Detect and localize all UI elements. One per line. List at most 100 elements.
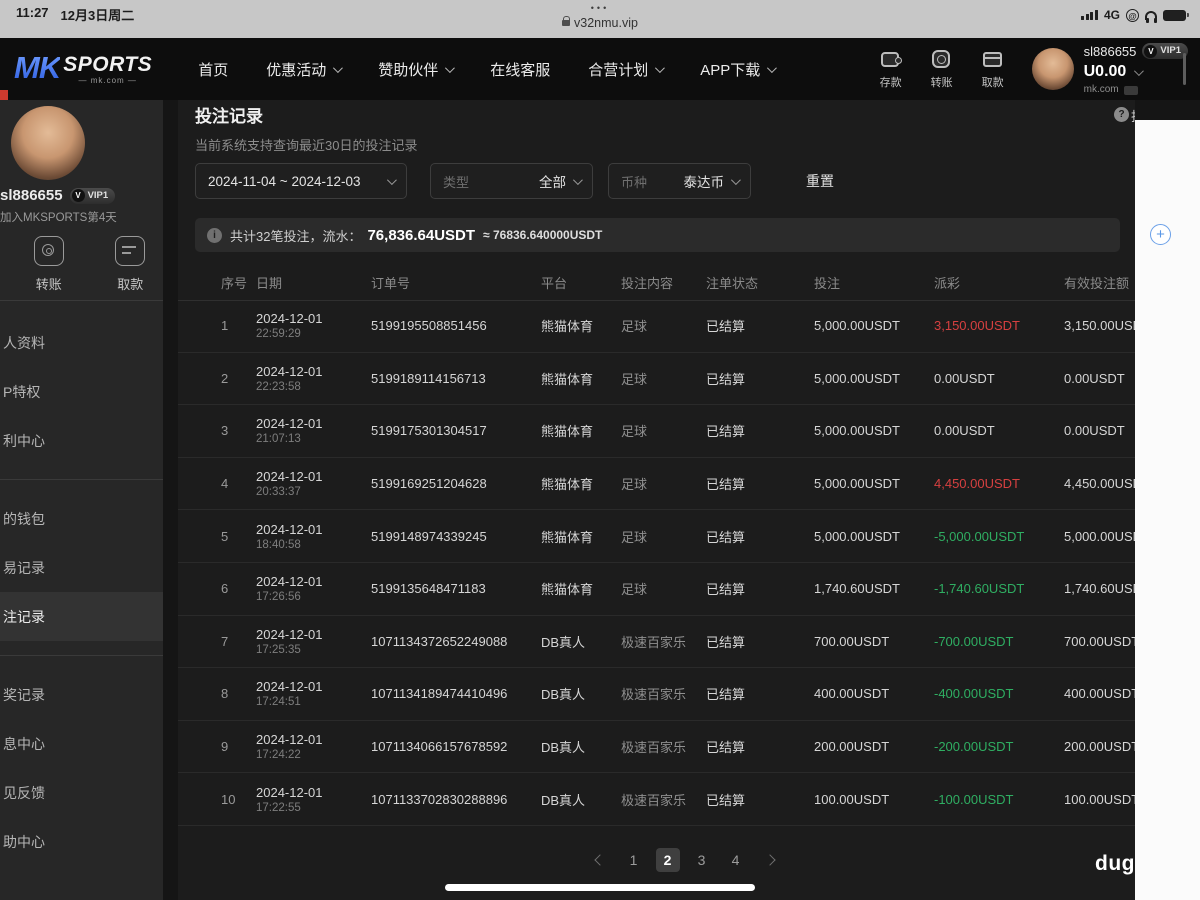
page-subtitle: 当前系统支持查询最近30日的投注记录 bbox=[195, 138, 418, 153]
cell-platform: 熊猫体育 bbox=[541, 477, 594, 493]
balance-dropdown[interactable]: U0.00 bbox=[1084, 64, 1188, 80]
summary-approx: ≈ 76836.640000USDT bbox=[483, 228, 603, 242]
cell-order-number: 5199135648471183 bbox=[371, 581, 486, 597]
cell-index: 7 bbox=[221, 633, 229, 649]
nav-item[interactable]: 在线客服 bbox=[490, 59, 550, 80]
quick-action-icon bbox=[929, 49, 955, 71]
logo-sports: SPORTS bbox=[63, 53, 153, 76]
sidebar-menu-item[interactable]: 的钱包 bbox=[0, 494, 163, 543]
cell-index: 6 bbox=[221, 581, 229, 597]
cell-index: 3 bbox=[221, 423, 229, 439]
prev-page-button[interactable] bbox=[588, 848, 612, 872]
scrollbar-thumb[interactable] bbox=[1183, 53, 1186, 85]
page-number-button[interactable]: 3 bbox=[690, 848, 714, 872]
nav-item-label: 优惠活动 bbox=[266, 61, 327, 79]
quick-action-label: 取款 bbox=[981, 76, 1004, 89]
reset-button[interactable]: 重置 bbox=[806, 171, 834, 191]
cell-status: 已结算 bbox=[706, 792, 746, 808]
quick-action-button[interactable]: 取款 bbox=[976, 49, 1010, 90]
table-header-cell: 注单状态 bbox=[706, 275, 759, 291]
brand-logo[interactable]: MK SPORTS — mk.com — bbox=[14, 52, 153, 85]
sidebar-menu-item[interactable]: 息中心 bbox=[0, 719, 163, 768]
quick-action-button[interactable]: 存款 bbox=[874, 49, 908, 90]
table-row: 7 2024-12-01 17:25:35 107113437265224908… bbox=[178, 616, 1135, 669]
cell-index: 1 bbox=[221, 318, 229, 334]
sidebar-action-button[interactable]: 取款 bbox=[98, 236, 164, 293]
summary-text: 共计32笔投注，流水： bbox=[230, 228, 362, 244]
address-bar[interactable]: v32nmu.vip bbox=[0, 16, 1200, 30]
quick-action-button[interactable]: 转账 bbox=[925, 49, 959, 90]
page-number-button[interactable]: 4 bbox=[724, 848, 748, 872]
cell-platform: 熊猫体育 bbox=[541, 529, 594, 545]
avatar[interactable] bbox=[1031, 48, 1074, 90]
sidebar-menu-item[interactable]: 注记录 bbox=[0, 592, 163, 656]
cell-platform: 熊猫体育 bbox=[541, 582, 594, 598]
plus-button[interactable]: + bbox=[1150, 224, 1171, 245]
table-header-cell: 有效投注额 bbox=[1064, 275, 1130, 291]
joined-days: 加入MKSPORTS第4天 bbox=[0, 212, 117, 224]
cell-date: 2024-12-01 17:26:56 bbox=[256, 574, 371, 603]
sidebar-menu-label: 利中心 bbox=[3, 432, 45, 449]
date-range-select[interactable]: 2024-11-04 ~ 2024-12-03 bbox=[195, 163, 407, 199]
sidebar-menu-item[interactable]: 见反馈 bbox=[0, 768, 163, 817]
chevron-down-icon bbox=[572, 174, 583, 185]
page-number-button[interactable]: 1 bbox=[622, 848, 646, 872]
cell-valid-bet: 400.00USDT bbox=[1064, 686, 1135, 702]
home-indicator[interactable] bbox=[445, 884, 755, 891]
quick-actions: 存款 转账 取款 bbox=[874, 49, 1010, 90]
next-page-button[interactable] bbox=[758, 848, 782, 872]
cell-status: 已结算 bbox=[706, 687, 746, 703]
nav-item[interactable]: 优惠活动 bbox=[266, 59, 344, 80]
chevron-right-icon bbox=[763, 854, 776, 866]
cell-valid-bet: 1,740.60USDT bbox=[1064, 581, 1135, 597]
avatar[interactable] bbox=[11, 106, 85, 180]
cell-date: 2024-12-01 17:25:35 bbox=[256, 627, 371, 656]
sidebar-menu-item[interactable]: 人资料 bbox=[0, 318, 163, 367]
table-header-cell: 日期 bbox=[256, 275, 283, 291]
sidebar-menu-item[interactable]: P特权 bbox=[0, 367, 163, 416]
sidebar-menu-label: 见反馈 bbox=[3, 784, 45, 801]
nav-item[interactable]: 首页 bbox=[198, 59, 228, 80]
page-number-button[interactable]: 2 bbox=[655, 848, 680, 872]
table-row: 8 2024-12-01 17:24:51 107113418947441049… bbox=[178, 668, 1135, 721]
help-link[interactable]: ? bbox=[1114, 107, 1129, 122]
sidebar-menu-item[interactable]: 奖记录 bbox=[0, 670, 163, 719]
app-header: MK SPORTS — mk.com — 首页 优惠活动 赞助伙伴 在线客服 合… bbox=[0, 38, 1200, 100]
cell-date-value: 2024-12-01 bbox=[256, 416, 323, 432]
question-icon: ? bbox=[1114, 107, 1129, 122]
table-header: 序号 日期 订单号 平台 投注内容 注单状态 投注 派彩 有效投注额 bbox=[178, 264, 1135, 301]
nav-item[interactable]: 合营计划 bbox=[588, 59, 666, 80]
sidebar-menu-item[interactable]: 利中心 bbox=[0, 416, 163, 480]
nav-item[interactable]: 赞助伙伴 bbox=[378, 59, 456, 80]
type-select[interactable]: 类型 全部 bbox=[430, 163, 593, 199]
sidebar-menu-item[interactable]: 易记录 bbox=[0, 543, 163, 592]
cell-time-value: 17:25:35 bbox=[256, 643, 301, 656]
sidebar-menu-item[interactable]: 助中心 bbox=[0, 817, 163, 866]
cell-platform: 熊猫体育 bbox=[541, 424, 594, 440]
right-white-strip: + bbox=[1135, 120, 1200, 900]
main-nav: 首页 优惠活动 赞助伙伴 在线客服 合营计划 APP下载 bbox=[198, 59, 778, 80]
currency-select[interactable]: 币种 泰达币 bbox=[608, 163, 751, 199]
quick-action-icon bbox=[878, 49, 904, 71]
cell-bet-amount: 400.00USDT bbox=[814, 686, 890, 702]
summary-amount: 76,836.64USDT bbox=[367, 226, 476, 244]
cell-bet-content: 极速百家乐 bbox=[621, 740, 687, 756]
hotspot-icon bbox=[1126, 8, 1139, 22]
browser-menu-dots-icon[interactable]: ••• bbox=[0, 3, 1200, 13]
nav-item-label: 合营计划 bbox=[588, 61, 649, 79]
cell-date-value: 2024-12-01 bbox=[256, 363, 323, 379]
vip-level: VIP1 bbox=[1160, 45, 1181, 57]
type-value: 全部 bbox=[539, 175, 566, 190]
username: sl886655 bbox=[0, 187, 63, 204]
chevron-down-icon bbox=[445, 62, 456, 73]
cell-payout: 0.00USDT bbox=[934, 370, 995, 386]
betting-records-panel: 投注记录 ? 投 当前系统支持查询最近30日的投注记录 2024-11-04 ~… bbox=[178, 100, 1135, 900]
cell-date-value: 2024-12-01 bbox=[256, 469, 323, 485]
sidebar-menu-label: 助中心 bbox=[3, 833, 45, 850]
sidebar: sl886655 V VIP1 加入MKSPORTS第4天 转账 取款 人资料 bbox=[0, 100, 163, 900]
nav-item[interactable]: APP下载 bbox=[700, 59, 778, 80]
sidebar-menu-label: 奖记录 bbox=[3, 686, 45, 703]
sidebar-action-button[interactable]: 转账 bbox=[16, 236, 82, 293]
cell-status: 已结算 bbox=[706, 634, 746, 650]
cell-date-value: 2024-12-01 bbox=[256, 521, 323, 537]
